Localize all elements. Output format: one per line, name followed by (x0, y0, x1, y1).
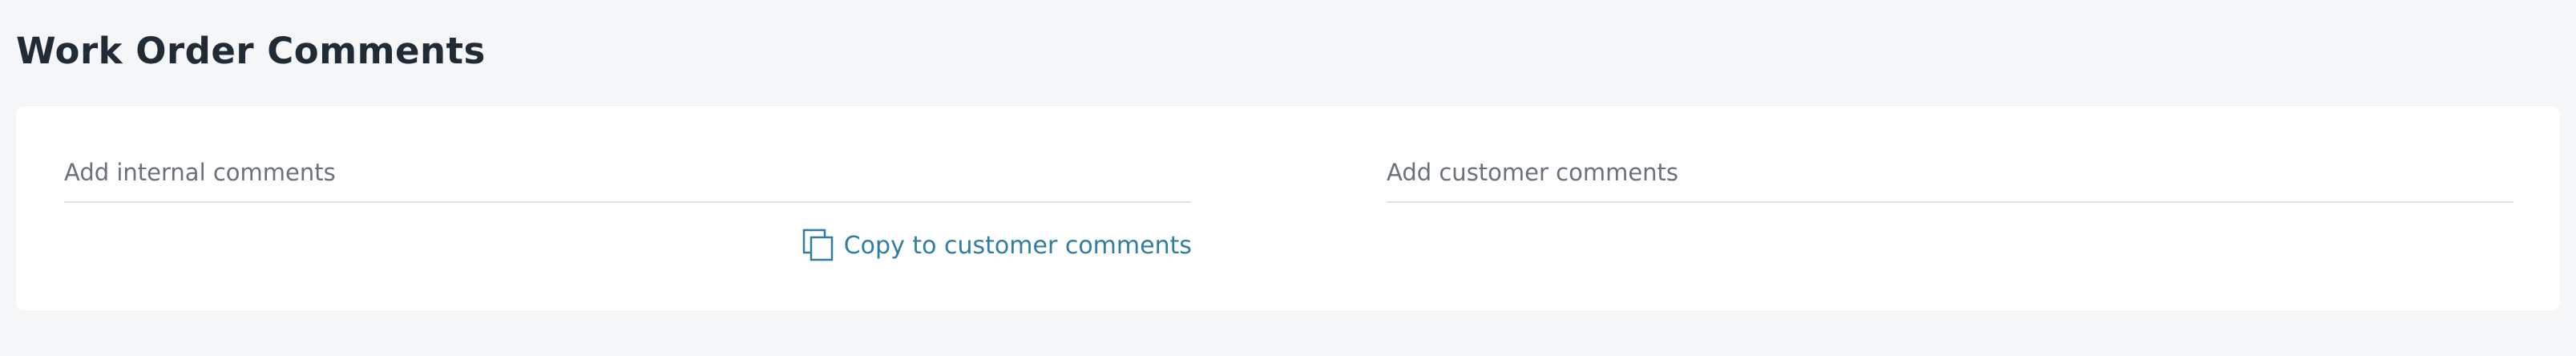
internal-comments-input[interactable] (64, 155, 1191, 201)
comments-card: Copy to customer comments (16, 107, 2560, 310)
copy-link-label: Copy to customer comments (843, 231, 1192, 260)
copy-to-customer-comments-link[interactable]: Copy to customer comments (802, 229, 1192, 262)
copy-icon (802, 229, 833, 261)
internal-comments-field (64, 155, 1191, 203)
page-title: Work Order Comments (16, 30, 486, 72)
customer-comments-field (1387, 155, 2513, 203)
customer-comments-input[interactable] (1387, 155, 2513, 201)
